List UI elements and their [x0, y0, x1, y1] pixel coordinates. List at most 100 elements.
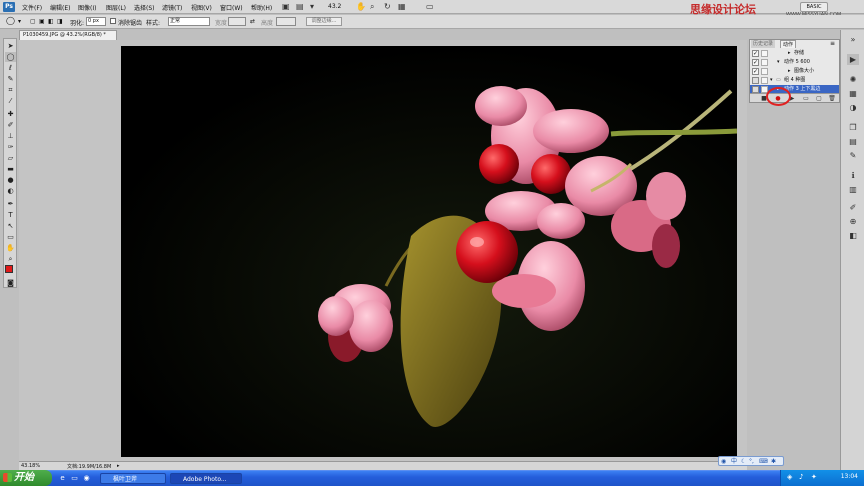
dialog-toggle[interactable]	[761, 77, 768, 84]
volume-icon[interactable]: ♪	[799, 473, 803, 481]
width-input[interactable]	[228, 17, 246, 26]
action-toggle-check[interactable]	[752, 86, 759, 93]
ime-settings-icon[interactable]: ✱	[771, 457, 776, 466]
menu-file[interactable]: 文件(F)	[22, 3, 42, 12]
menu-view[interactable]: 视图(V)	[191, 3, 212, 12]
new-set-icon[interactable]: ▭	[802, 95, 810, 102]
clone-source-panel-icon[interactable]: ⊕	[847, 216, 859, 227]
color-panel-icon[interactable]: ✺	[847, 74, 859, 85]
action-row[interactable]: ✓ ▾ 动作 5 600	[750, 58, 839, 67]
type-tool-icon[interactable]: T	[5, 210, 16, 220]
adjustments-panel-icon[interactable]: ◑	[847, 102, 859, 113]
pen-tool-icon[interactable]: ✒	[5, 199, 16, 209]
move-tool-icon[interactable]: ➤	[5, 41, 16, 51]
brush-tool-icon[interactable]: ✐	[5, 120, 16, 130]
extras-icon[interactable]: ▾	[310, 2, 314, 12]
workspace-button[interactable]: BASIC	[800, 2, 828, 12]
action-set-row[interactable]: ▾ ▭ 组 4 种图	[750, 76, 839, 85]
status-zoom[interactable]: 43.18%	[21, 463, 40, 469]
shape-tool-icon[interactable]: ▭	[5, 232, 16, 242]
tab-actions[interactable]: 动作	[780, 40, 797, 48]
menu-filter[interactable]: 滤镜(T)	[162, 3, 182, 12]
swap-icon[interactable]: ⇄	[250, 18, 255, 25]
menu-image[interactable]: 图像(I)	[78, 3, 96, 12]
layers-panel-icon[interactable]: ❐	[847, 122, 859, 133]
delete-icon[interactable]: 🗑	[828, 95, 836, 102]
quick-mask-icon[interactable]: ◙	[5, 278, 16, 288]
security-icon[interactable]: ✦	[811, 473, 817, 481]
quick-select-icon[interactable]: ✎	[5, 74, 16, 84]
taskbar-window-1[interactable]: 枫叶卫斧	[100, 473, 166, 484]
healing-brush-icon[interactable]: ✚	[5, 109, 16, 119]
actions-panel-icon[interactable]: ▶	[847, 54, 859, 65]
eyedropper-icon[interactable]: ⁄	[5, 96, 16, 106]
feather-input[interactable]: 0 px	[86, 17, 106, 26]
clone-stamp-icon[interactable]: ⊥	[5, 131, 16, 141]
network-icon[interactable]: ◈	[787, 473, 792, 481]
refine-edge-button[interactable]: 调整边缘...	[306, 17, 342, 26]
subtract-selection-icon[interactable]: ◧	[48, 18, 54, 25]
eraser-icon[interactable]: ▱	[5, 153, 16, 163]
arrange-icon[interactable]: ▦	[398, 2, 406, 12]
antialias-checkbox[interactable]	[110, 18, 116, 24]
image-canvas[interactable]	[121, 46, 737, 457]
marquee-tool-icon[interactable]: ◯	[5, 52, 16, 62]
expand-dock-icon[interactable]: »	[847, 34, 859, 45]
intersect-selection-icon[interactable]: ◨	[57, 18, 63, 25]
menu-help[interactable]: 帮助(H)	[251, 3, 272, 12]
dialog-toggle[interactable]	[761, 68, 768, 75]
menu-layer[interactable]: 图层(L)	[106, 3, 126, 12]
screen-mode-icon[interactable]: ▭	[426, 2, 434, 12]
expand-arrow-icon[interactable]: ▸	[788, 49, 791, 58]
action-toggle-check[interactable]: ✓	[752, 59, 759, 66]
ie-icon[interactable]: e	[58, 474, 67, 483]
media-icon[interactable]: ◉	[82, 474, 91, 483]
dodge-tool-icon[interactable]: ◐	[5, 186, 16, 196]
folder-icon[interactable]: ▭	[70, 474, 79, 483]
styles-panel-icon[interactable]: ◧	[847, 230, 859, 241]
panel-menu-icon[interactable]: ≡	[830, 40, 835, 47]
ime-punct-icon[interactable]: °,	[749, 457, 754, 466]
marquee-tool-icon[interactable]: ◯	[6, 16, 15, 25]
document-tab[interactable]: P1030459.JPG @ 43.2%(RGB/8) *	[19, 30, 117, 40]
new-action-icon[interactable]: ▢	[815, 95, 823, 102]
start-button[interactable]: 开始	[0, 470, 52, 486]
foreground-color-swatch[interactable]	[5, 265, 13, 273]
zoom-tool-icon[interactable]: ⌕	[5, 254, 16, 264]
hand-tool-icon[interactable]: ✋	[356, 2, 366, 12]
ime-logo-icon[interactable]: ◉	[721, 457, 726, 466]
gradient-tool-icon[interactable]: ▬	[5, 164, 16, 174]
expand-arrow-icon[interactable]: ▸	[788, 67, 791, 76]
history-brush-icon[interactable]: ✑	[5, 142, 16, 152]
menu-edit[interactable]: 编辑(E)	[50, 3, 70, 12]
channels-panel-icon[interactable]: ▤	[847, 136, 859, 147]
new-selection-icon[interactable]: ▢	[30, 18, 36, 25]
status-arrow-icon[interactable]: ▸	[117, 463, 120, 469]
histogram-panel-icon[interactable]: ▥	[847, 184, 859, 195]
menu-window[interactable]: 窗口(W)	[220, 3, 243, 12]
crop-tool-icon[interactable]: ⌗	[5, 85, 16, 95]
ime-chinese-icon[interactable]: 中	[731, 457, 737, 466]
lasso-tool-icon[interactable]: ℓ	[5, 63, 16, 73]
action-toggle-check[interactable]: ✓	[752, 50, 759, 57]
add-selection-icon[interactable]: ▣	[39, 18, 45, 25]
swatches-panel-icon[interactable]: ▦	[847, 88, 859, 99]
action-toggle-check[interactable]: ✓	[752, 68, 759, 75]
collapse-arrow-icon[interactable]: ▾	[777, 58, 780, 67]
menu-select[interactable]: 选择(S)	[134, 3, 155, 12]
rotate-view-icon[interactable]: ↻	[384, 2, 391, 12]
blur-tool-icon[interactable]: ●	[5, 175, 16, 185]
ime-moon-icon[interactable]: ☾	[741, 457, 746, 466]
minibridge-icon[interactable]: ▤	[296, 2, 304, 12]
bridge-icon[interactable]: ▣	[282, 2, 290, 12]
path-select-icon[interactable]: ↖	[5, 221, 16, 231]
action-row[interactable]: ✓ ▸ 存储	[750, 49, 839, 58]
collapse-arrow-icon[interactable]: ▾	[770, 76, 773, 85]
info-panel-icon[interactable]: ℹ	[847, 170, 859, 181]
tool-preset-dropdown-icon[interactable]: ▾	[18, 18, 21, 25]
hand-tool-icon[interactable]: ✋	[5, 243, 16, 253]
dialog-toggle[interactable]	[761, 50, 768, 57]
zoom-level[interactable]: 43.2	[328, 3, 341, 10]
brushes-panel-icon[interactable]: ✐	[847, 202, 859, 213]
style-select[interactable]: 正常	[168, 17, 210, 26]
